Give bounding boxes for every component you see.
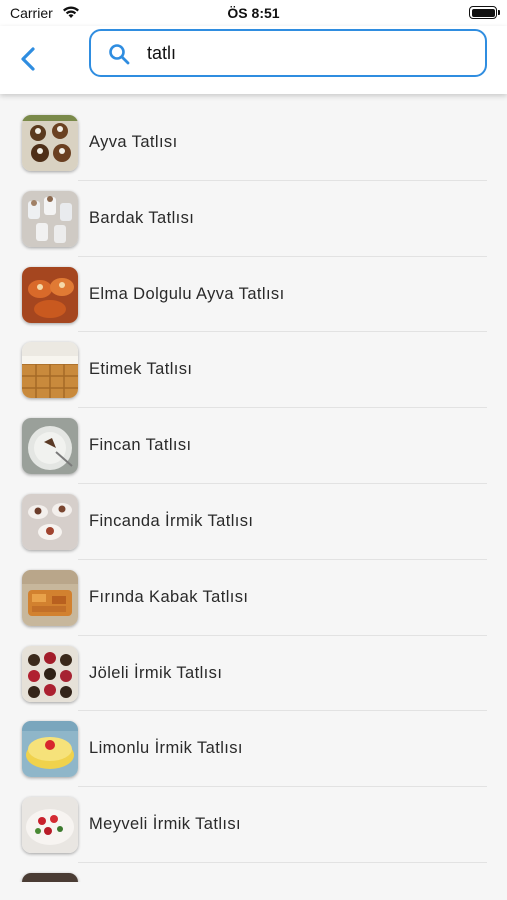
recipe-thumbnail <box>22 645 78 702</box>
recipe-thumbnail <box>22 190 78 247</box>
list-item[interactable]: Bardak Tatlısı <box>0 181 507 257</box>
search-field[interactable] <box>89 29 487 77</box>
recipe-name: Fincanda İrmik Tatlısı <box>89 511 254 530</box>
recipe-thumbnail <box>22 418 78 475</box>
recipe-thumbnail <box>22 797 78 854</box>
list-item[interactable]: Ayva Tatlısı <box>0 105 507 181</box>
recipe-thumbnail <box>22 872 78 882</box>
recipe-name: Fincan Tatlısı <box>89 436 192 455</box>
list-item[interactable]: Jöleli İrmik Tatlısı <box>0 636 507 712</box>
recipe-name: Meyveli İrmik Tatlısı <box>89 815 242 834</box>
recipe-name: Etimek Tatlısı <box>89 360 193 379</box>
back-button[interactable] <box>14 42 44 76</box>
search-header <box>0 26 507 94</box>
list-item[interactable]: Limonlu İrmik Tatlısı <box>0 711 507 788</box>
recipe-name: Limonlu İrmik Tatlısı <box>89 739 243 758</box>
results-list: Ayva Tatlısı Bardak Tatlısı Elma Dolgulu… <box>0 105 507 882</box>
battery-icon <box>469 6 500 19</box>
recipe-name: Jöleli İrmik Tatlısı <box>89 663 223 682</box>
recipe-thumbnail <box>22 115 78 171</box>
recipe-name: Ayva Tatlısı <box>89 133 178 151</box>
list-item[interactable]: Fırında Kabak Tatlısı <box>0 560 507 636</box>
recipe-thumbnail <box>22 342 78 399</box>
recipe-name: Bardak Tatlısı <box>89 208 195 227</box>
list-item[interactable]: Fincanda İrmik Tatlısı <box>0 484 507 560</box>
list-item[interactable]: Fincan Tatlısı <box>0 408 507 484</box>
list-item[interactable]: Etimek Tatlısı <box>0 332 507 409</box>
recipe-thumbnail <box>22 569 78 626</box>
list-item[interactable]: Meyveli İrmik Tatlısı <box>0 787 507 863</box>
search-icon <box>109 44 130 65</box>
recipe-thumbnail <box>22 493 78 550</box>
list-bottom-edge <box>0 882 507 900</box>
status-bar: Carrier ÖS 8:51 <box>0 0 507 26</box>
list-item[interactable] <box>0 863 507 882</box>
chevron-left-icon <box>21 47 35 71</box>
recipe-thumbnail <box>22 266 78 323</box>
recipe-thumbnail <box>22 721 78 778</box>
search-input[interactable] <box>147 40 467 66</box>
recipe-name: Elma Dolgulu Ayva Tatlısı <box>89 284 285 303</box>
status-time: ÖS 8:51 <box>227 5 280 21</box>
list-item[interactable]: Elma Dolgulu Ayva Tatlısı <box>0 257 507 333</box>
recipe-name: Fırında Kabak Tatlısı <box>89 587 249 606</box>
